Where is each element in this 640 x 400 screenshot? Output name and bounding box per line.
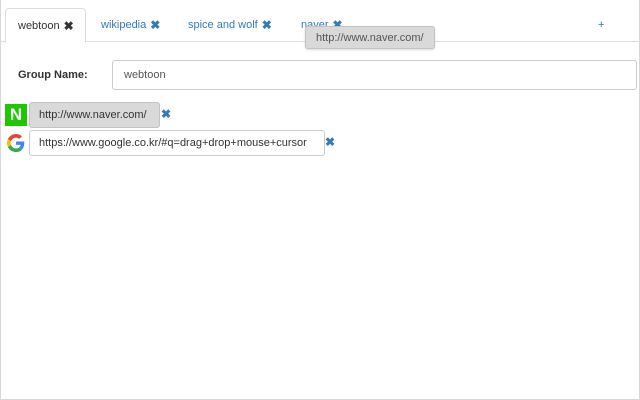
drag-preview-tooltip: http://www.naver.com/	[305, 26, 435, 49]
popup-frame: webtoon ✖ wikipedia ✖ spice and wolf ✖ n…	[0, 0, 640, 400]
tab-wikipedia[interactable]: wikipedia ✖	[89, 8, 160, 42]
url-input-naver[interactable]	[29, 102, 160, 128]
tab-label: wikipedia	[101, 19, 147, 31]
tab-spice-and-wolf[interactable]: spice and wolf ✖	[176, 8, 272, 42]
add-tab-button[interactable]: +	[598, 19, 604, 31]
close-icon[interactable]: ✖	[150, 19, 160, 31]
url-input-google[interactable]	[29, 130, 325, 156]
tab-label: spice and wolf	[188, 19, 258, 31]
group-name-label: Group Name:	[18, 69, 88, 81]
naver-icon-letter: N	[9, 105, 23, 124]
close-icon[interactable]: ✖	[64, 20, 74, 32]
google-icon	[5, 132, 27, 154]
tab-label: webtoon	[18, 19, 60, 32]
remove-url-icon[interactable]: ✖	[161, 108, 171, 120]
close-icon[interactable]: ✖	[262, 19, 272, 31]
group-name-input[interactable]	[112, 60, 637, 90]
naver-icon: N	[5, 104, 27, 126]
tab-webtoon[interactable]: webtoon ✖	[5, 8, 86, 43]
remove-url-icon[interactable]: ✖	[325, 136, 335, 148]
